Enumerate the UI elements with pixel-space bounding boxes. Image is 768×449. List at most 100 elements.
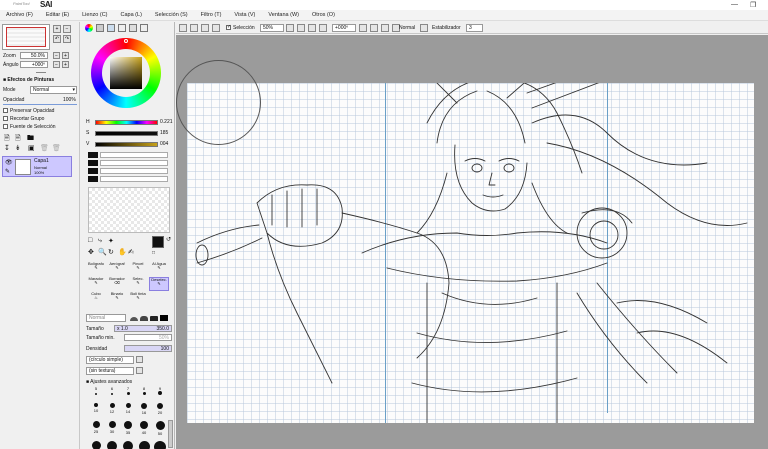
brush-size-preset[interactable]: 10	[88, 403, 104, 415]
brush-edge-shapes[interactable]	[130, 315, 172, 322]
swatches-tab-icon[interactable]	[129, 24, 137, 32]
advanced-settings[interactable]: ■ Ajustes avanzados	[86, 379, 132, 385]
edge-shape-icon[interactable]	[150, 316, 158, 321]
rotate-left-icon[interactable]: ↶	[53, 35, 61, 43]
edge-shape-icon[interactable]	[160, 315, 168, 321]
tool-borrador[interactable]: Borrador ⌫	[107, 277, 127, 291]
preserve-opacity-checkbox[interactable]	[3, 108, 8, 113]
rotate-reset-button[interactable]	[381, 24, 389, 32]
brush-lock-icon[interactable]: ✎	[5, 168, 10, 175]
rotate-right-icon[interactable]: ↷	[63, 35, 71, 43]
brush-size-preset[interactable]: 35	[120, 421, 136, 435]
brush-blend-select[interactable]: Normal	[86, 314, 126, 322]
brush-texture-select[interactable]: (sin textura)	[86, 367, 134, 375]
hue-slider[interactable]	[95, 120, 158, 125]
clear-layer-icon[interactable]: ▣	[28, 144, 35, 152]
brush-size-preset[interactable]: 25	[88, 421, 104, 434]
edge-shape-icon[interactable]	[140, 316, 148, 321]
scratchpad-area[interactable]	[88, 187, 170, 233]
menu-filtro[interactable]: Filtro (T)	[201, 12, 222, 18]
density-slider[interactable]: 100	[124, 345, 172, 352]
drawing-canvas[interactable]	[187, 83, 754, 423]
color-history-row-1[interactable]	[88, 152, 170, 159]
size-multiplier[interactable]: x 1.0	[117, 326, 128, 332]
tool-al-agua[interactable]: Al Agua ✎	[149, 262, 169, 276]
edge-shape-icon[interactable]	[130, 317, 138, 321]
hsv-slider-tab-icon[interactable]	[107, 24, 115, 32]
canvas-angle-field[interactable]: +000º	[332, 24, 356, 32]
brush-size-preset[interactable]: 9	[152, 387, 168, 399]
navigator-viewport-frame[interactable]	[6, 27, 46, 47]
zoom-out-icon[interactable]: −	[63, 25, 71, 33]
menu-lienzo[interactable]: Lienzo (C)	[82, 12, 107, 18]
hue-marker[interactable]	[124, 39, 128, 43]
move-icon[interactable]: ✥	[88, 248, 94, 256]
eyedropper-icon[interactable]: ✍	[128, 248, 134, 256]
tool-deselec[interactable]: Deselec. ✎	[149, 277, 169, 291]
zoom-tool-icon[interactable]: 🔍	[98, 248, 107, 256]
brush-shape-options-icon[interactable]	[136, 356, 143, 363]
brush-size-preset[interactable]: 80	[120, 441, 136, 449]
magic-wand-icon[interactable]: ✦	[108, 237, 114, 245]
brush-size-preset[interactable]: 120	[152, 441, 168, 449]
value-value[interactable]: 004	[160, 141, 168, 147]
brush-size-preset[interactable]: 5	[88, 387, 104, 399]
color-history-row-3[interactable]	[88, 168, 170, 175]
minimize-icon[interactable]: —	[731, 1, 738, 8]
zoom-in-icon[interactable]: +	[53, 25, 61, 33]
tool-boli-tinta[interactable]: Boli tinta ✎	[128, 292, 148, 306]
brush-size-preset[interactable]: 30	[104, 421, 120, 434]
scratchpad-tab-icon[interactable]	[140, 24, 148, 32]
transparent-color-icon[interactable]: □	[152, 250, 155, 256]
transfer-down-icon[interactable]: ↧	[4, 144, 10, 152]
opacity-slider[interactable]	[3, 104, 77, 105]
brush-size-preset[interactable]: 50	[152, 421, 168, 436]
rotate-ccw-button[interactable]	[359, 24, 367, 32]
hand-tool-icon[interactable]: ✋	[118, 248, 127, 256]
tool-cubo[interactable]: Cubo ♨	[86, 292, 106, 306]
layer-item-capa1[interactable]: 👁 ✎ Capa1 Normal 100%	[2, 156, 72, 177]
delete-layer-icon[interactable]: 🗑	[40, 144, 49, 152]
tool-selec[interactable]: Selec. ✎	[128, 277, 148, 291]
value-slider[interactable]	[95, 142, 158, 147]
color-wheel-tab-icon[interactable]	[85, 24, 93, 32]
invert-selection-icon[interactable]	[201, 24, 209, 32]
brush-size-preset[interactable]: 70	[104, 441, 120, 449]
rotate-tool-icon[interactable]: ↻	[108, 248, 114, 256]
mixer-tab-icon[interactable]	[118, 24, 126, 32]
swap-colors-icon[interactable]: ↺	[166, 236, 171, 243]
angle-plus-button[interactable]: +	[62, 61, 69, 68]
menu-otros[interactable]: Otros (O)	[312, 12, 335, 18]
tool-pincel[interactable]: Pincel ✎	[128, 262, 148, 276]
size-slider[interactable]: x 1.0 350.0	[114, 325, 172, 332]
brush-size-preset[interactable]: 16	[136, 403, 152, 415]
menu-seleccion[interactable]: Selección (S)	[155, 12, 188, 18]
lasso-icon[interactable]: ⤷	[98, 237, 102, 245]
angle-field[interactable]: +000º	[20, 61, 48, 68]
stabilizer-select[interactable]: 3	[466, 24, 483, 32]
opacity-value[interactable]: 100%	[63, 97, 76, 103]
brush-size-preset[interactable]: 60	[88, 441, 104, 449]
brush-size-preset[interactable]: 40	[136, 421, 152, 435]
hue-value[interactable]: 0.221	[160, 119, 173, 125]
brush-size-preset[interactable]: 8	[136, 387, 152, 399]
blend-mode-label[interactable]: Normal	[399, 25, 415, 31]
deselect-icon[interactable]	[190, 24, 198, 32]
zoom-field[interactable]: 50.0%	[20, 52, 48, 59]
zoom-fit-button[interactable]	[319, 24, 327, 32]
hide-selection-icon[interactable]	[212, 24, 220, 32]
brush-size-preset[interactable]: 6	[104, 387, 120, 399]
menu-archivo[interactable]: Archivo (F)	[6, 12, 33, 18]
brush-shape-select[interactable]: (círculo simple)	[86, 356, 134, 364]
brush-size-preset[interactable]: 12	[104, 403, 120, 415]
navigator-preview[interactable]	[2, 24, 50, 50]
menu-vista[interactable]: Vista (V)	[234, 12, 255, 18]
panel-splitter[interactable]	[36, 72, 46, 73]
restore-icon[interactable]: ❐	[750, 1, 756, 9]
saturation-slider[interactable]	[95, 131, 158, 136]
color-wheel[interactable]	[91, 38, 161, 108]
rgb-slider-tab-icon[interactable]	[96, 24, 104, 32]
foreground-color-swatch[interactable]	[152, 236, 164, 248]
saturation-value-square[interactable]	[110, 57, 142, 89]
tool-aerografo[interactable]: Aerógraf ✎	[107, 262, 127, 276]
